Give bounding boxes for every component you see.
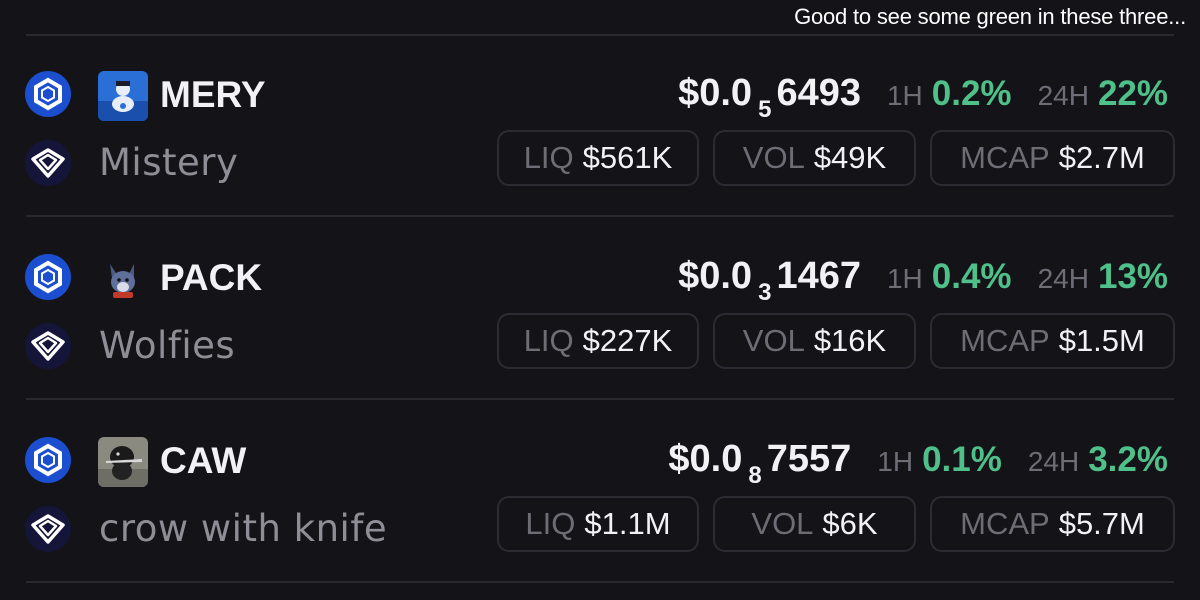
change-24h-label: 24H <box>1037 263 1089 294</box>
price-zero-count: 8 <box>748 462 762 489</box>
liquidity-stat: LIQ $227K <box>497 313 699 369</box>
change-1h-value: 0.4% <box>931 257 1012 296</box>
token-name: crow with knife <box>99 507 388 550</box>
volume-stat: VOL $6K <box>713 496 916 552</box>
change-1h-label: 1H <box>886 80 923 111</box>
token-price: $0.0 5 6493 <box>678 72 861 123</box>
token-row-caw[interactable]: CAW crow with knife $0.0 8 7557 1H 0.1% 24… <box>0 366 1200 552</box>
price-line: $0.0 5 6493 1H 0.2% 24H 22% <box>678 72 1168 123</box>
price-zero-count: 5 <box>758 96 772 123</box>
change-24h-value: 3.2% <box>1088 440 1168 479</box>
divider <box>26 581 1174 583</box>
token-row-mery[interactable]: MERY Mistery $0.0 5 6493 1H 0.2% 24H 22% L… <box>0 0 1200 186</box>
volume-stat: VOL $16K <box>713 313 916 369</box>
change-1h-value: 0.2% <box>931 74 1012 113</box>
liquidity-stat: LIQ $1.1M <box>497 496 699 552</box>
change-1h-value: 0.1% <box>922 440 1002 479</box>
token-name: Wolfies <box>99 324 236 367</box>
token-name: Mistery <box>99 141 239 184</box>
market-cap-stat: MCAP $5.7M <box>930 496 1175 552</box>
dex-icon <box>25 323 71 369</box>
crow-token-logo <box>98 437 148 487</box>
wolf-token-logo <box>98 254 148 304</box>
change-1h-label: 1H <box>886 263 923 294</box>
token-ticker: PACK <box>160 257 263 298</box>
base-chain-icon <box>25 437 71 483</box>
liquidity-stat: LIQ $561K <box>497 130 699 186</box>
price-line: $0.0 3 1467 1H 0.4% 24H 13% <box>678 255 1168 306</box>
dex-icon <box>25 140 71 186</box>
base-chain-icon <box>25 71 71 117</box>
token-price: $0.0 3 1467 <box>678 255 861 306</box>
mery-token-logo <box>98 71 148 121</box>
volume-stat: VOL $49K <box>713 130 916 186</box>
market-cap-stat: MCAP $2.7M <box>930 130 1175 186</box>
price-line: $0.0 8 7557 1H 0.1% 24H 3.2% <box>668 438 1168 489</box>
token-price: $0.0 8 7557 <box>668 438 852 489</box>
token-ticker: MERY <box>160 74 266 115</box>
token-row-pack[interactable]: PACK Wolfies $0.0 3 1467 1H 0.4% 24H 13% L… <box>0 183 1200 369</box>
market-cap-stat: MCAP $1.5M <box>930 313 1175 369</box>
change-24h-label: 24H <box>1027 446 1080 477</box>
base-chain-icon <box>25 254 71 300</box>
token-ticker: CAW <box>160 440 247 481</box>
change-1h-label: 1H <box>877 446 914 477</box>
change-24h-value: 22% <box>1097 74 1168 113</box>
change-24h-label: 24H <box>1037 80 1089 111</box>
change-24h-value: 13% <box>1097 257 1168 296</box>
price-zero-count: 3 <box>758 279 772 306</box>
dex-icon <box>25 506 71 552</box>
